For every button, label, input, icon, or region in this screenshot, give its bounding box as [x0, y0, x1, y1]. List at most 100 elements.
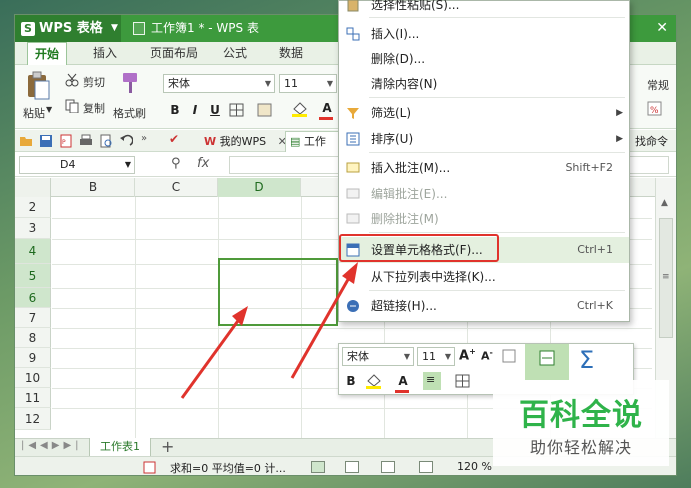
scissors-icon[interactable] — [65, 73, 79, 87]
tab-insert[interactable]: 插入 — [85, 42, 125, 65]
menu-item-delete[interactable]: 删除(D)... — [339, 47, 629, 71]
row-header-5[interactable]: 5 — [15, 264, 51, 288]
menu-item-clear-contents[interactable]: 清除内容(N) — [339, 72, 629, 96]
undo-icon[interactable] — [119, 134, 133, 148]
eye-protection-icon[interactable] — [419, 461, 433, 473]
chevron-down-icon: ▼ — [46, 105, 53, 114]
column-header-d[interactable]: D — [218, 178, 301, 197]
row-header-6[interactable]: 6 — [15, 288, 51, 308]
zoom-icon[interactable]: ⚲ — [171, 156, 181, 171]
column-header-c[interactable]: C — [135, 178, 218, 197]
tab-workbook[interactable]: ▤ 工作 — [285, 131, 345, 152]
autosum-button[interactable]: Σ — [579, 346, 594, 374]
zoom-level[interactable]: 120 % — [457, 460, 492, 473]
tab-my-wps[interactable]: W 我的WPS ✕ — [204, 132, 287, 151]
font-color-button[interactable]: A — [319, 99, 335, 117]
font-size-select[interactable]: 11 ▼ — [279, 74, 337, 93]
font-family-select[interactable]: 宋体 ▼ — [163, 74, 275, 93]
row-header-12[interactable]: 12 — [15, 408, 51, 430]
select-all-corner[interactable] — [15, 178, 51, 197]
format-painter-icon[interactable] — [120, 71, 142, 95]
tab-page-layout[interactable]: 页面布局 — [139, 42, 209, 65]
column-header-b[interactable]: B — [52, 178, 135, 197]
sheet-doc-icon: ▤ — [290, 135, 301, 148]
insert-cells-icon — [346, 27, 360, 41]
submenu-arrow-icon: ▶ — [616, 134, 623, 144]
print-icon[interactable] — [79, 134, 93, 148]
borders-icon[interactable] — [455, 374, 471, 388]
row-header-10[interactable]: 10 — [15, 368, 51, 388]
italic-button[interactable]: I — [187, 101, 203, 119]
page-break-view-icon[interactable] — [345, 461, 359, 473]
pin-icon[interactable]: ✔ — [169, 132, 179, 146]
menu-item-filter[interactable]: 筛选(L) ▶ — [339, 101, 629, 125]
more-commands-icon[interactable]: » — [141, 133, 147, 144]
menu-item-hyperlink[interactable]: 超链接(H)... Ctrl+K — [339, 294, 629, 318]
format-painter-icon[interactable] — [502, 349, 516, 363]
mini-font-size-select[interactable]: 11 ▼ — [417, 347, 455, 366]
gridline — [52, 328, 652, 329]
print-preview-icon[interactable] — [99, 134, 113, 148]
number-format-select[interactable]: 常规 — [647, 77, 669, 93]
row-header-9[interactable]: 9 — [15, 348, 51, 368]
fill-color-icon[interactable] — [291, 101, 309, 117]
menu-item-shortcut: Ctrl+K — [576, 299, 613, 312]
tab-home[interactable]: 开始 — [27, 42, 67, 65]
wps-w-icon: W — [204, 135, 217, 148]
menu-item-insert[interactable]: 插入(I)... — [339, 22, 629, 46]
menu-item-pick-from-list[interactable]: 从下拉列表中选择(K)... — [339, 265, 629, 289]
normal-view-icon[interactable] — [311, 461, 325, 473]
mini-bold-button[interactable]: B — [343, 372, 359, 390]
scroll-up-icon[interactable]: ▲ — [661, 198, 668, 208]
font-color-swatch — [319, 117, 333, 120]
watermark-subtitle: 助你轻松解决 — [529, 438, 632, 457]
name-box[interactable]: D4 ▼ — [19, 156, 135, 174]
paste-button[interactable]: 粘贴 — [23, 105, 45, 121]
mini-font-color-button[interactable]: A — [395, 372, 411, 390]
row-header-11[interactable]: 11 — [15, 388, 51, 408]
borders-icon[interactable] — [229, 103, 245, 117]
submenu-arrow-icon: ▶ — [616, 108, 623, 118]
row-header-7[interactable]: 7 — [15, 308, 51, 328]
add-sheet-button[interactable]: + — [161, 437, 174, 456]
copy-icon[interactable] — [65, 99, 79, 113]
close-button[interactable]: ✕ — [656, 15, 668, 42]
paste-special-icon — [347, 0, 359, 12]
number-format-icon[interactable]: % — [647, 101, 663, 117]
sheet-tab-active[interactable]: 工作表1 — [89, 438, 151, 457]
merge-center-button[interactable] — [525, 344, 569, 380]
mini-font-family-select[interactable]: 宋体 ▼ — [342, 347, 414, 366]
filter-icon — [347, 108, 359, 119]
underline-button[interactable]: U — [207, 101, 223, 119]
row-header-3[interactable]: 3 — [15, 218, 51, 239]
reading-layout-icon[interactable] — [381, 461, 395, 473]
font-size-value: 11 — [284, 77, 298, 90]
cut-button[interactable]: 剪切 — [83, 74, 105, 90]
row-header-4[interactable]: 4 — [15, 239, 51, 264]
bold-button[interactable]: B — [167, 101, 183, 119]
tab-data[interactable]: 数据 — [271, 42, 311, 65]
cell-style-icon[interactable] — [257, 103, 273, 117]
menu-item-insert-comment[interactable]: 插入批注(M)... Shift+F2 — [339, 156, 629, 180]
export-pdf-icon[interactable]: P — [59, 134, 73, 148]
menu-item-label: 筛选(L) — [371, 106, 412, 120]
menu-item-paste-special[interactable]: 选择性粘贴(S)... — [339, 0, 629, 17]
save-icon[interactable] — [39, 134, 53, 148]
fill-color-icon[interactable] — [365, 373, 383, 389]
copy-button[interactable]: 复制 — [83, 100, 105, 116]
menu-item-sort[interactable]: 排序(U) ▶ — [339, 127, 629, 151]
row-header-2[interactable]: 2 — [15, 197, 51, 218]
font-shrink-icon[interactable]: A- — [481, 348, 493, 363]
paste-icon[interactable] — [25, 71, 51, 101]
font-grow-icon[interactable]: A+ — [459, 347, 476, 363]
open-folder-icon[interactable] — [19, 134, 33, 148]
format-painter-button[interactable]: 格式刷 — [113, 105, 146, 121]
insert-function-button[interactable]: fx — [197, 156, 209, 171]
app-menu-button[interactable]: S WPS 表格 — [15, 15, 121, 42]
sheet-nav-arrows[interactable]: |◀◀▶▶| — [21, 440, 83, 451]
selected-range[interactable] — [218, 258, 338, 326]
tab-formulas[interactable]: 公式 — [215, 42, 255, 65]
align-center-button[interactable]: ≡ — [423, 372, 441, 390]
find-command-button[interactable]: 找命令 — [635, 132, 668, 151]
row-header-8[interactable]: 8 — [15, 328, 51, 348]
